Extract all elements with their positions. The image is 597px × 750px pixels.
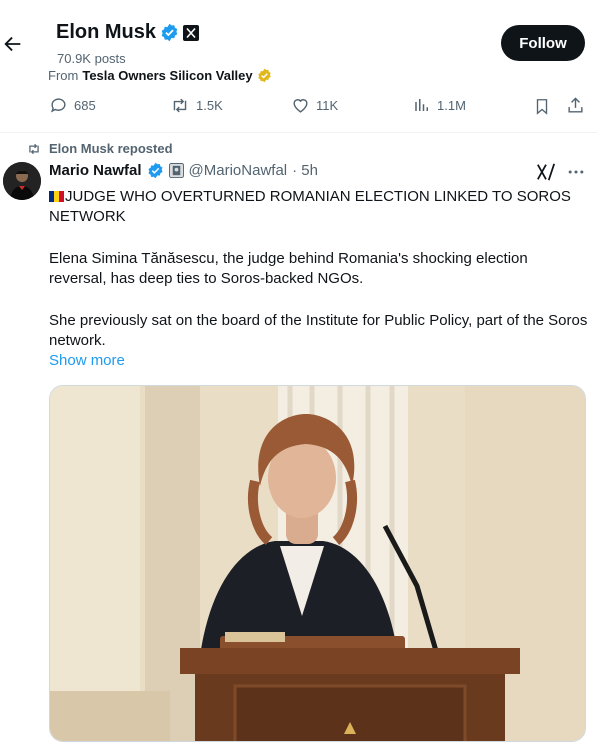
source-link[interactable]: Tesla Owners Silicon Valley [82, 68, 252, 83]
tweet-paragraph: Elena Simina Tănăsescu, the judge behind… [49, 250, 528, 287]
divider [0, 132, 597, 133]
tweet-author-row: Mario Nawfal @MarioNawfal · 5h [49, 162, 318, 179]
reply-icon [50, 98, 66, 113]
avatar-image [3, 162, 41, 200]
avatar[interactable] [3, 162, 41, 200]
source-prefix: From [48, 68, 79, 83]
views-button[interactable]: 1.1M [413, 96, 466, 114]
repost-button[interactable]: 1.5K [170, 96, 223, 115]
romania-flag-icon [49, 191, 64, 202]
show-more-link[interactable]: Show more [49, 352, 125, 369]
verified-badge-icon [161, 23, 178, 42]
author-handle[interactable]: @MarioNawfal [189, 162, 288, 179]
like-count: 11K [316, 98, 339, 113]
views-count: 1.1M [437, 97, 466, 113]
tweet-paragraph: She previously sat on the board of the I… [49, 312, 588, 349]
repost-label: Elon Musk reposted [49, 141, 173, 156]
profile-name-row: Elon Musk [56, 21, 200, 44]
arrow-left-icon[interactable] [2, 33, 24, 55]
headline-text: JUDGE WHO OVERTURNED ROMANIAN ELECTION L… [49, 188, 571, 225]
like-button[interactable]: 11K [291, 96, 338, 115]
affiliate-badge-icon [168, 163, 184, 178]
x-logo-icon [183, 24, 200, 41]
heart-icon [293, 99, 308, 113]
tweet-time[interactable]: · 5h [292, 162, 318, 179]
follow-button[interactable]: Follow [501, 25, 585, 61]
profile-header: Elon Musk 70.9K posts Follow [0, 0, 597, 68]
views-icon [415, 99, 428, 111]
profile-name: Elon Musk [56, 21, 157, 43]
repost-count: 1.5K [196, 98, 223, 113]
posts-count: 70.9K posts [57, 51, 126, 66]
repost-icon [173, 98, 187, 113]
tweet-action-bar: 685 1.5K 11K 1.1M [49, 96, 589, 120]
verified-badge-icon [148, 162, 163, 179]
verified-gold-badge-icon [257, 68, 271, 83]
reply-count: 685 [74, 98, 96, 113]
bookmark-icon[interactable] [533, 97, 551, 116]
share-icon[interactable] [566, 96, 585, 115]
repost-icon [29, 143, 39, 154]
tweet-media-image[interactable] [49, 385, 586, 742]
repost-indicator[interactable]: Elon Musk reposted [26, 141, 173, 156]
photo-illustration [50, 386, 585, 741]
more-icon[interactable] [566, 162, 586, 182]
grok-icon[interactable] [535, 162, 557, 182]
author-name[interactable]: Mario Nawfal [49, 162, 142, 179]
source-attribution: From Tesla Owners Silicon Valley [48, 68, 272, 83]
tweet-headline: JUDGE WHO OVERTURNED ROMANIAN ELECTION L… [49, 187, 589, 227]
reply-button[interactable]: 685 [49, 96, 96, 115]
